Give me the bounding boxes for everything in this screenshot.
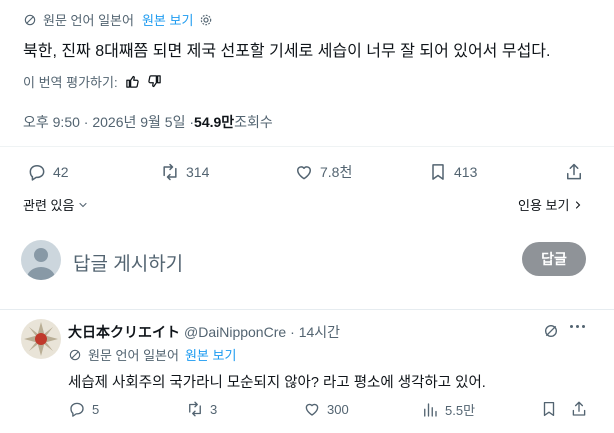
heart-icon — [294, 162, 314, 182]
reply-icon — [68, 400, 86, 418]
reply-reply-count: 5 — [92, 401, 100, 417]
translation-bar: 원문 언어 일본어 원본 보기 — [23, 10, 213, 29]
retweet-count: 314 — [186, 164, 210, 180]
chevron-down-icon — [77, 199, 89, 211]
reply-share-action[interactable] — [570, 400, 588, 418]
bookmark-count: 413 — [454, 164, 478, 180]
views-label: 조회수 — [234, 114, 273, 130]
thumbs-down-icon[interactable] — [147, 74, 162, 89]
translate-icon — [23, 13, 37, 27]
reply-display-name[interactable]: 大日本クリエイト — [68, 322, 180, 342]
bookmark-action[interactable]: 413 — [428, 162, 477, 182]
tweet-meta: 오후 9:50 · 2026년 9월 5일 · 54.9만 조회수 — [23, 112, 273, 132]
reply-view-original-link[interactable]: 원본 보기 — [185, 345, 236, 364]
reply-translated-from-label: 원문 언어 일본어 — [88, 348, 179, 363]
share-icon — [570, 400, 588, 418]
retweet-icon — [186, 400, 204, 418]
view-quotes-label: 인용 보기 — [518, 198, 570, 213]
view-original-link[interactable]: 원본 보기 — [142, 10, 193, 29]
reply-avatar[interactable] — [21, 319, 61, 359]
reply-submit-button[interactable]: 답글 — [522, 242, 586, 276]
views-count: 54.9만 — [194, 114, 235, 130]
bookmark-icon — [428, 162, 448, 182]
reply-action[interactable]: 42 — [27, 162, 69, 182]
related-toggle[interactable]: 관련 있음 — [23, 195, 89, 214]
timestamp[interactable]: 오후 9:50 · 2026년 9월 5일 · — [23, 112, 194, 132]
reply-retweet-action[interactable]: 3 — [186, 400, 217, 418]
reply-retweet-count: 3 — [210, 401, 218, 417]
view-quotes-link[interactable]: 인용 보기 — [518, 195, 584, 214]
reply-handle[interactable]: @DaiNipponCre — [184, 324, 286, 340]
reply-like-action[interactable]: 300 — [303, 400, 349, 418]
reply-bookmark-action[interactable] — [540, 400, 558, 418]
reply-header: 大日本クリエイト @DaiNipponCre · 14시간 — [68, 322, 340, 342]
related-label: 관련 있음 — [23, 198, 75, 213]
analytics-icon — [421, 401, 439, 419]
settings-gear-icon[interactable] — [199, 13, 213, 27]
composer-avatar — [21, 240, 61, 280]
reply-like-count: 300 — [327, 401, 349, 417]
translate-icon — [68, 348, 82, 362]
reply-icon — [27, 162, 47, 182]
grok-icon[interactable] — [543, 323, 559, 339]
reply-count: 42 — [53, 164, 69, 180]
rate-translation-label: 이 번역 평가하기: — [23, 75, 118, 90]
reply-time[interactable]: · 14시간 — [290, 322, 340, 342]
more-options-icon[interactable] — [570, 325, 585, 328]
chevron-right-icon — [572, 199, 584, 211]
reply-input[interactable]: 답글 게시하기 — [73, 249, 183, 276]
share-icon — [564, 162, 584, 182]
reply-views-count: 5.5만 — [445, 403, 476, 418]
reply-views-action[interactable]: 5.5만 — [421, 400, 475, 419]
translated-from-label: 원문 언어 일본어 — [43, 13, 134, 28]
like-action[interactable]: 7.8천 — [294, 162, 352, 182]
tweet-text: 북한, 진짜 8대째쯤 되면 제국 선포할 기세로 세습이 너무 잘 되어 있어… — [23, 43, 551, 60]
retweet-action[interactable]: 314 — [160, 162, 209, 182]
rate-translation: 이 번역 평가하기: — [23, 72, 162, 91]
like-count: 7.8천 — [320, 164, 353, 180]
heart-icon — [303, 400, 321, 418]
bookmark-icon — [540, 400, 558, 418]
reply-translation-bar: 원문 언어 일본어 원본 보기 — [68, 345, 236, 364]
retweet-icon — [160, 162, 180, 182]
reply-reply-action[interactable]: 5 — [68, 400, 99, 418]
thumbs-up-icon[interactable] — [125, 74, 140, 89]
share-action[interactable] — [564, 162, 584, 182]
divider — [0, 146, 614, 147]
reply-text: 세습제 사회주의 국가라니 모순되지 않아? 라고 평소에 생각하고 있어. — [68, 375, 486, 391]
divider — [0, 309, 614, 310]
